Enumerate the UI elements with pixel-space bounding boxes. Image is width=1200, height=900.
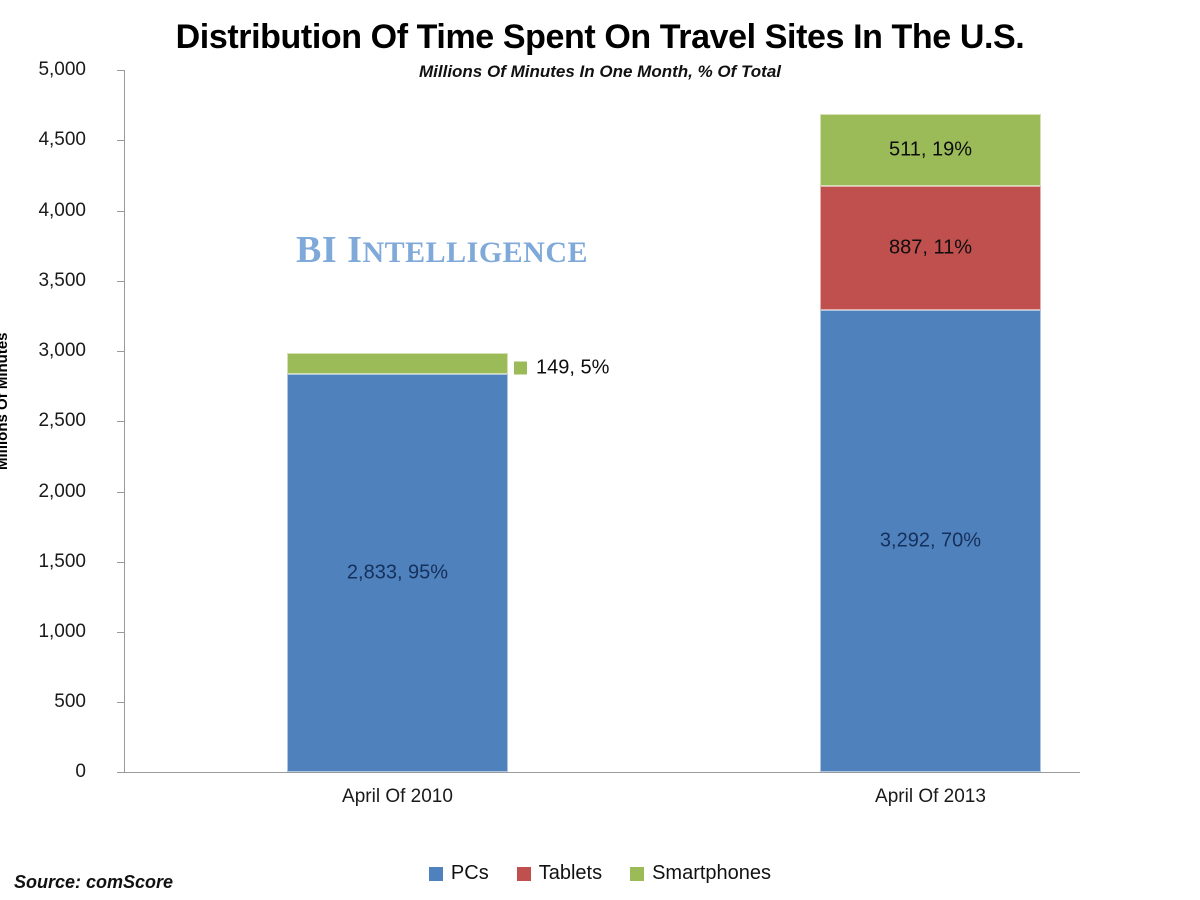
bar-label-tablets-2013: 887, 11% (888, 236, 973, 259)
y-tick-mark (117, 281, 124, 282)
y-tick-label-1500: 1,500 (38, 551, 86, 572)
y-tick-label-4000: 4,000 (38, 200, 86, 221)
bar-segment-tablets-2013[interactable]: 887, 11% (820, 186, 1041, 310)
y-tick-label-500: 500 (54, 691, 86, 712)
smartphones-swatch-icon (630, 866, 645, 881)
bar-label-pcs-2013: 3,292, 70% (879, 529, 982, 552)
y-axis-title: Millions Of Minutes (0, 332, 11, 471)
y-tick-mark (117, 70, 124, 71)
legend-item-pcs[interactable]: PCs (428, 862, 489, 885)
y-tick-label-3000: 3,000 (38, 340, 86, 361)
bar-label-pcs-2010: 2,833, 95% (346, 561, 449, 584)
legend-label-pcs: PCs (450, 862, 489, 884)
y-tick-label-2000: 2,000 (38, 481, 86, 502)
y-tick-mark (117, 140, 124, 141)
y-tick-mark (117, 211, 124, 212)
y-axis-line (124, 70, 125, 773)
y-tick-mark (117, 562, 124, 563)
watermark-word: NTELLIGENCE (362, 236, 589, 269)
x-axis-line (124, 772, 1080, 773)
y-tick-label-1000: 1,000 (38, 621, 86, 642)
pcs-swatch-icon (428, 866, 443, 881)
source-note: Source: comScore (14, 872, 174, 892)
bi-intelligence-watermark: BI INTELLIGENCE (296, 228, 588, 272)
bar-segment-pcs-2010[interactable]: 2,833, 95% (287, 374, 508, 772)
y-tick-mark (117, 632, 124, 633)
bar-segment-pcs-2013[interactable]: 3,292, 70% (820, 310, 1041, 772)
legend-item-tablets[interactable]: Tablets (516, 862, 603, 885)
y-tick-mark (117, 702, 124, 703)
watermark-word-cap: I (347, 229, 363, 271)
chart-container: Distribution Of Time Spent On Travel Sit… (0, 0, 1200, 900)
legend-item-smartphones[interactable]: Smartphones (630, 862, 771, 885)
y-tick-mark (117, 772, 124, 773)
bar-label-smartphones-2010: 149, 5% (514, 357, 609, 380)
bar-segment-smartphones-2010[interactable] (287, 353, 508, 374)
y-tick-mark (117, 492, 124, 493)
bar-label-smartphones-2010-text: 149, 5% (536, 356, 610, 379)
y-tick-label-0: 0 (75, 761, 86, 782)
x-axis-label-april-2010: April Of 2010 (342, 786, 453, 807)
tablets-swatch-icon (516, 866, 531, 881)
y-tick-label-4500: 4,500 (38, 129, 86, 150)
legend-label-tablets: Tablets (538, 862, 603, 884)
y-tick-label-3500: 3,500 (38, 270, 86, 291)
bar-segment-smartphones-2013[interactable]: 511, 19% (820, 114, 1041, 186)
y-tick-label-5000: 5,000 (38, 59, 86, 80)
y-tick-label-2500: 2,500 (38, 410, 86, 431)
bar-label-smartphones-2013: 511, 19% (888, 138, 973, 161)
x-axis-label-april-2013: April Of 2013 (875, 786, 986, 807)
chart-legend: PCs Tablets Smartphones (0, 862, 1200, 885)
chart-subtitle: Millions Of Minutes In One Month, % Of T… (418, 62, 781, 81)
smartphones-marker-icon (514, 361, 527, 375)
y-tick-mark (117, 351, 124, 352)
watermark-initials: BI (296, 229, 338, 271)
y-tick-mark (117, 421, 124, 422)
legend-label-smartphones: Smartphones (652, 862, 772, 884)
chart-title: Distribution Of Time Spent On Travel Sit… (175, 18, 1025, 56)
